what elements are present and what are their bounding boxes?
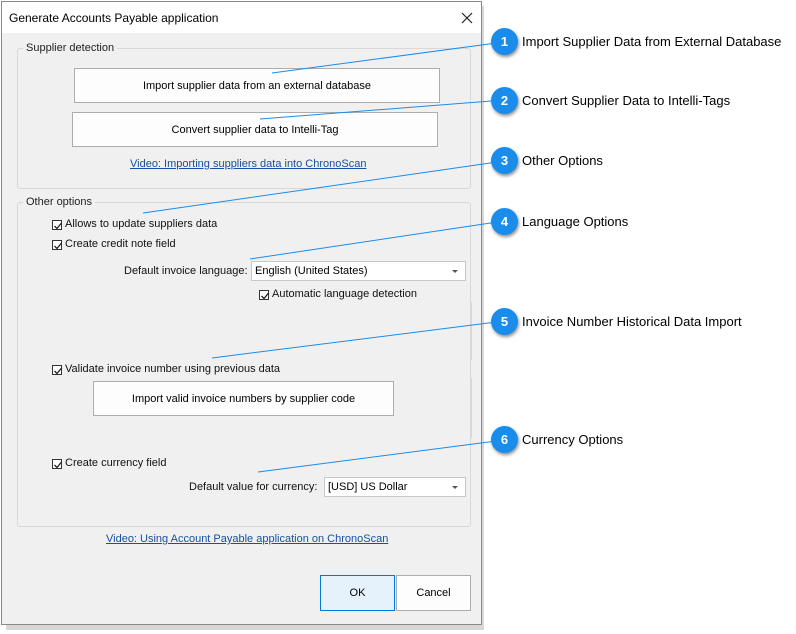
callout-badge-1: 1 bbox=[491, 28, 518, 55]
callout-text-4: Language Options bbox=[522, 214, 629, 229]
callout-badge-4: 4 bbox=[491, 208, 518, 235]
callout-badge-6: 6 bbox=[491, 426, 518, 453]
callout-badge-2: 2 bbox=[491, 87, 518, 114]
callout-badge-5: 5 bbox=[491, 308, 518, 335]
callout-text-3: Other Options bbox=[522, 153, 603, 168]
callout-text-5: Invoice Number Historical Data Import bbox=[522, 314, 742, 329]
callout-text-1: Import Supplier Data from External Datab… bbox=[522, 34, 782, 49]
callout-text-2: Convert Supplier Data to Intelli-Tags bbox=[522, 93, 731, 108]
callout-badge-3: 3 bbox=[491, 147, 518, 174]
callout-text-6: Currency Options bbox=[522, 432, 624, 447]
